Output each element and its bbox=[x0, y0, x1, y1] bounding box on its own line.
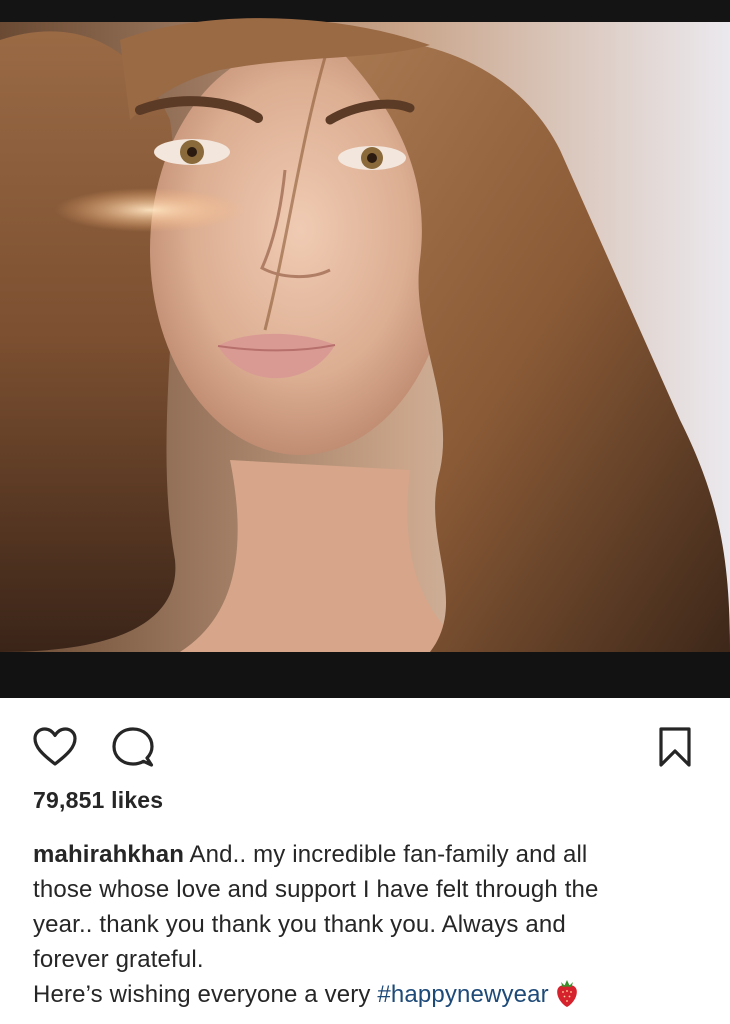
caption-text-1: And.. my incredible fan-family and all bbox=[184, 841, 588, 868]
portrait-image bbox=[0, 0, 730, 698]
caption-line-4: forever grateful. bbox=[33, 946, 204, 973]
post-actions-bar bbox=[0, 698, 730, 790]
caption-line-5: Here’s wishing everyone a very #happynew… bbox=[33, 977, 713, 1012]
post-caption: mahirahkhan And.. my incredible fan-fami… bbox=[33, 837, 713, 1012]
likes-count[interactable]: 79,851 likes bbox=[33, 787, 163, 814]
hashtag-link[interactable]: #happynewyear bbox=[377, 981, 548, 1008]
caption-line-3: year.. thank you thank you thank you. Al… bbox=[33, 911, 566, 938]
like-button[interactable] bbox=[30, 724, 80, 770]
caption-line-2: those whose love and support I have felt… bbox=[33, 876, 599, 903]
caption-line-1: mahirahkhan And.. my incredible fan-fami… bbox=[33, 837, 713, 872]
comment-bubble-icon bbox=[112, 727, 154, 767]
save-button[interactable] bbox=[652, 724, 698, 770]
username-link[interactable]: mahirahkhan bbox=[33, 841, 184, 868]
heart-outline-icon bbox=[33, 727, 77, 766]
strawberry-icon bbox=[556, 980, 577, 1007]
bookmark-outline-icon bbox=[659, 727, 691, 767]
comment-button[interactable] bbox=[108, 724, 158, 770]
post-photo[interactable] bbox=[0, 0, 730, 698]
caption-text-5: Here’s wishing everyone a very bbox=[33, 981, 378, 1008]
